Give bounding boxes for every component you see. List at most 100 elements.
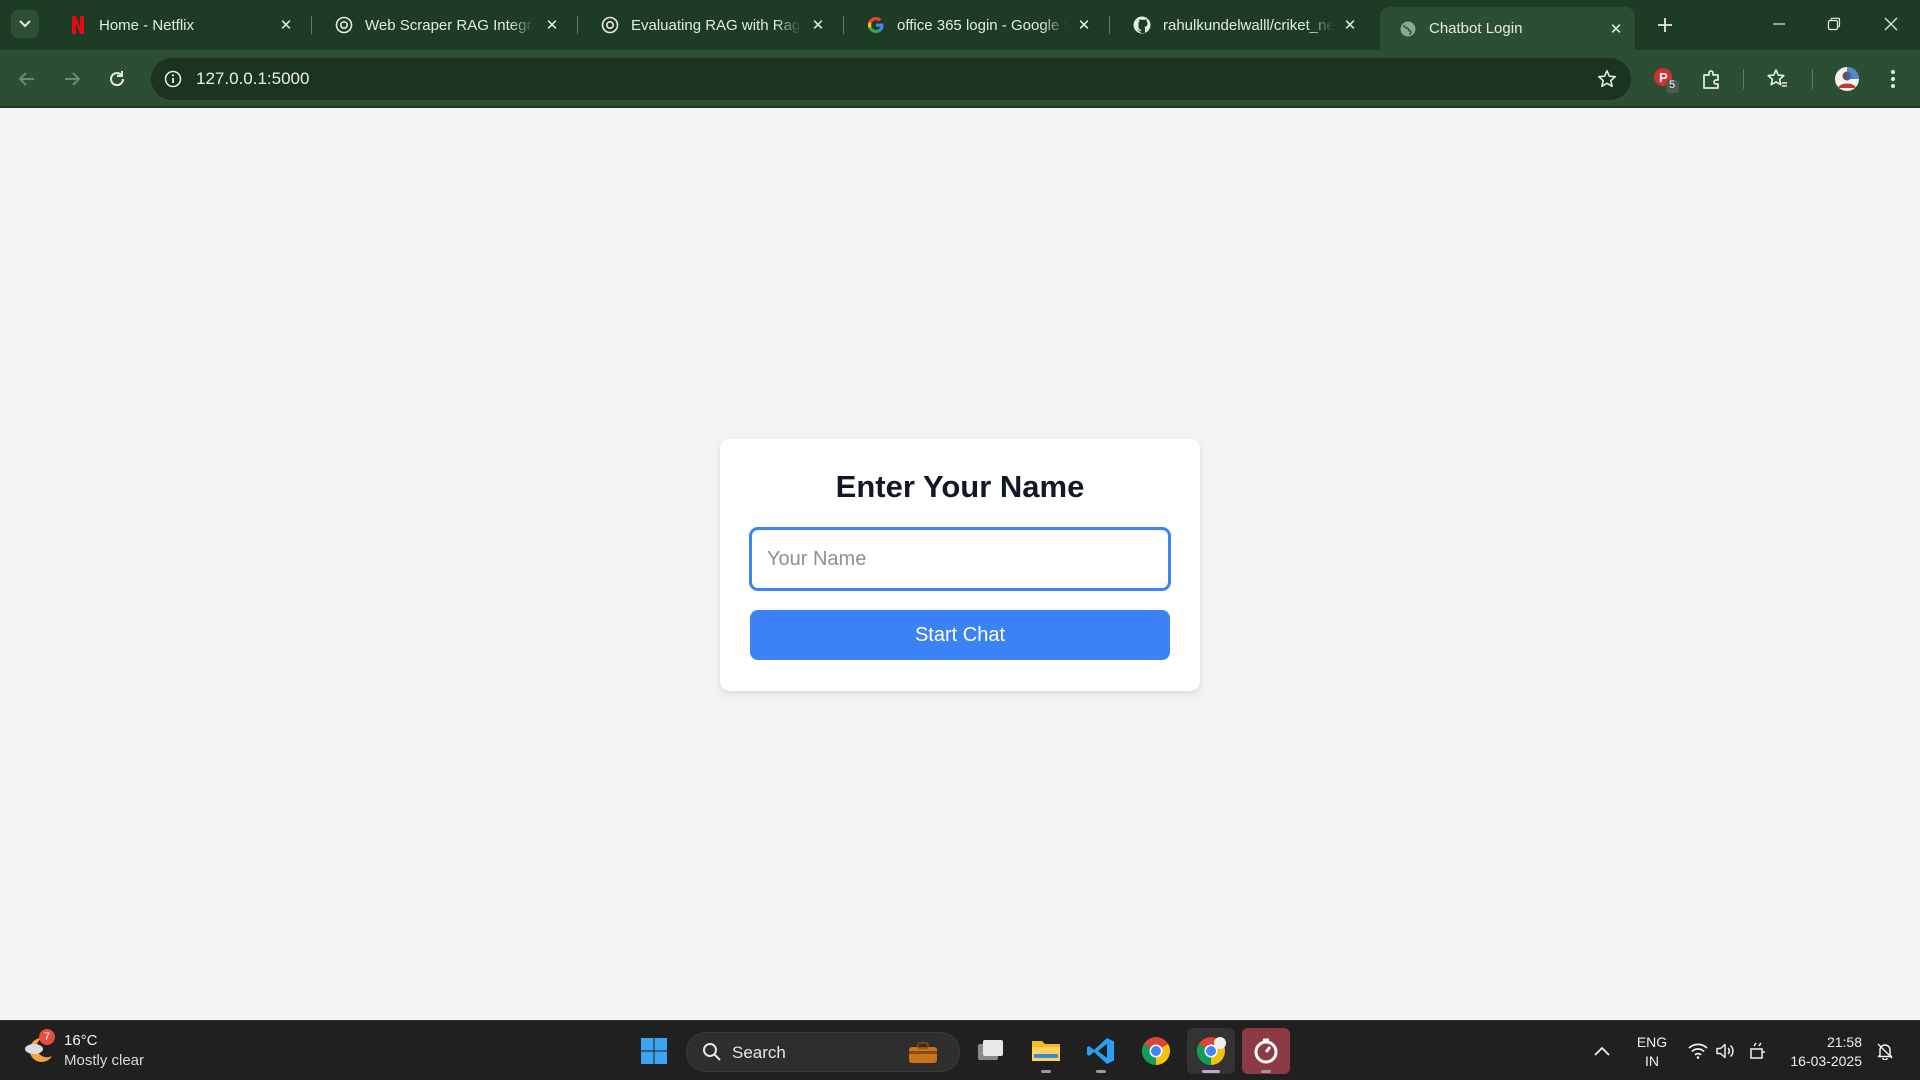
- active-indicator: [1202, 1070, 1220, 1073]
- briefcase-icon: [907, 1042, 939, 1069]
- login-card: Enter Your Name Start Chat: [720, 439, 1200, 691]
- tab-github[interactable]: rahulkundelwalll/criket_news ✕: [1114, 7, 1369, 43]
- chrome-icon: [1142, 1037, 1170, 1065]
- tab-search-button[interactable]: [11, 10, 39, 38]
- extensions-button[interactable]: [1697, 64, 1727, 94]
- google-icon: [867, 16, 885, 34]
- start-button[interactable]: [630, 1028, 678, 1074]
- plus-icon: [1658, 18, 1672, 32]
- more-vertical-icon: [1891, 70, 1895, 88]
- reload-icon: [110, 71, 125, 87]
- notifications-button[interactable]: [1872, 1021, 1898, 1080]
- browser-menu-button[interactable]: [1878, 64, 1908, 94]
- taskbar-task-view[interactable]: [967, 1028, 1015, 1074]
- language-region: IN: [1645, 1053, 1659, 1069]
- avatar-icon: [1835, 67, 1859, 91]
- restore-icon: [1827, 17, 1841, 31]
- taskbar-vscode[interactable]: [1077, 1028, 1125, 1074]
- back-button[interactable]: [10, 62, 44, 96]
- openai-icon: [601, 16, 619, 34]
- bookmarks-button[interactable]: [1762, 64, 1792, 94]
- running-indicator: [1041, 1070, 1051, 1073]
- tab-chatbot-login[interactable]: Chatbot Login ✕: [1380, 7, 1635, 50]
- forward-button[interactable]: [55, 62, 89, 96]
- minimize-button[interactable]: [1751, 0, 1807, 48]
- close-icon: [1884, 17, 1898, 31]
- github-icon: [1133, 16, 1151, 34]
- arrow-right-icon: [65, 72, 81, 86]
- site-info-icon[interactable]: [161, 67, 185, 91]
- running-indicator: [1096, 1070, 1106, 1073]
- chrome-profile-icon: [1197, 1037, 1226, 1065]
- netflix-icon: [69, 16, 87, 34]
- clock-time: 21:58: [1826, 1034, 1862, 1050]
- task-view-icon: [978, 1040, 1003, 1060]
- close-icon[interactable]: ✕: [1073, 14, 1095, 36]
- name-input[interactable]: [749, 527, 1171, 591]
- search-icon: [703, 1043, 721, 1061]
- weather-widget[interactable]: 7 16°C Mostly clear: [22, 1029, 182, 1073]
- weather-badge: 7: [39, 1029, 55, 1045]
- clock-app-icon: [1254, 1038, 1278, 1064]
- folder-icon: [1032, 1041, 1060, 1061]
- close-icon[interactable]: ✕: [807, 14, 829, 36]
- volume-icon[interactable]: [1713, 1021, 1737, 1080]
- language-indicator[interactable]: ENG IN: [1633, 1033, 1671, 1071]
- close-icon[interactable]: ✕: [541, 14, 563, 36]
- taskbar-clock-app[interactable]: [1242, 1028, 1290, 1074]
- tab-title: Home - Netflix: [99, 16, 195, 34]
- star-list-icon: [1767, 69, 1787, 87]
- arrow-left-icon: [18, 72, 34, 86]
- taskbar-search[interactable]: Search: [686, 1032, 960, 1072]
- restore-button[interactable]: [1806, 0, 1862, 48]
- running-indicator: [1261, 1070, 1271, 1073]
- taskbar-chrome[interactable]: [1132, 1028, 1180, 1074]
- tab-title: Web Scraper RAG Integration: [365, 16, 535, 34]
- page-title: Enter Your Name: [835, 469, 1085, 504]
- tab-google-search[interactable]: office 365 login - Google Search ✕: [848, 7, 1103, 43]
- tab-divider: [577, 16, 578, 34]
- openai-icon: [335, 16, 353, 34]
- start-chat-button[interactable]: Start Chat: [750, 610, 1170, 660]
- vscode-icon: [1087, 1038, 1114, 1064]
- chevron-down-icon: [19, 15, 31, 33]
- new-tab-button[interactable]: [1651, 11, 1679, 39]
- bell-icon: [1877, 1043, 1893, 1060]
- address-bar[interactable]: 127.0.0.1:5000: [151, 58, 1631, 100]
- close-icon[interactable]: ✕: [1605, 18, 1627, 40]
- battery-charging-icon[interactable]: [1745, 1021, 1771, 1080]
- tab-title: rahulkundelwalll/criket_news: [1163, 16, 1333, 34]
- taskbar-file-explorer[interactable]: [1022, 1028, 1070, 1074]
- close-window-button[interactable]: [1863, 0, 1919, 48]
- weather-temperature: 16°C: [64, 1032, 98, 1049]
- extension-icon[interactable]: P 5: [1650, 64, 1680, 94]
- puzzle-icon: [1703, 70, 1719, 89]
- clock-date: 16-03-2025: [1790, 1053, 1862, 1069]
- reload-button[interactable]: [100, 62, 134, 96]
- show-hidden-icons-button[interactable]: [1589, 1021, 1615, 1080]
- tab-title: office 365 login - Google Search: [897, 16, 1067, 34]
- bookmark-star-icon[interactable]: [1595, 67, 1619, 91]
- toolbar-divider: [1812, 69, 1813, 89]
- tab-web-scraper[interactable]: Web Scraper RAG Integration ✕: [316, 7, 571, 43]
- tab-title: Chatbot Login: [1429, 20, 1523, 37]
- browser-toolbar: 127.0.0.1:5000 P 5: [0, 50, 1920, 108]
- taskbar-search-label: Search: [732, 1043, 786, 1062]
- tab-evaluating-rag[interactable]: Evaluating RAG with Ragas ✕: [582, 7, 837, 43]
- url-text[interactable]: 127.0.0.1:5000: [196, 69, 309, 89]
- wifi-icon[interactable]: [1685, 1021, 1711, 1080]
- system-clock[interactable]: 21:58 16-03-2025: [1786, 1033, 1862, 1071]
- close-icon[interactable]: ✕: [275, 14, 297, 36]
- windows-taskbar: 7 16°C Mostly clear Search ENG IN 21:58 …: [0, 1020, 1920, 1080]
- minimize-icon: [1773, 23, 1785, 25]
- extension-badge: 5: [1669, 79, 1676, 91]
- profile-avatar[interactable]: [1832, 64, 1862, 94]
- chevron-up-icon: [1594, 1046, 1610, 1056]
- tab-strip: Home - Netflix ✕ Web Scraper RAG Integra…: [0, 0, 1920, 50]
- tab-title: Evaluating RAG with Ragas: [631, 16, 801, 34]
- close-icon[interactable]: ✕: [1339, 14, 1361, 36]
- weather-condition: Mostly clear: [64, 1052, 145, 1069]
- taskbar-chrome-profile[interactable]: [1187, 1028, 1235, 1074]
- tab-netflix[interactable]: Home - Netflix ✕: [50, 7, 305, 43]
- language-code: ENG: [1636, 1034, 1668, 1050]
